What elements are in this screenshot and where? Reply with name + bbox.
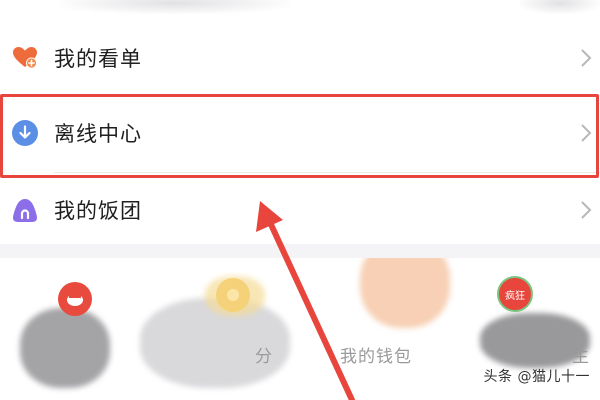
menu-item-label: 我的饭团 bbox=[54, 198, 142, 223]
crazy-badge-icon[interactable]: 疯狂 bbox=[497, 276, 533, 312]
top-strip bbox=[0, 0, 600, 20]
shortcut-label: 分 bbox=[255, 347, 273, 367]
yellow-round-icon[interactable] bbox=[216, 278, 250, 312]
red-round-icon[interactable] bbox=[58, 282, 92, 316]
shortcut-label: 我的钱包 bbox=[340, 347, 412, 367]
menu-card: 我的看单 离线中心 我的饭团 bbox=[0, 20, 600, 244]
chevron-right-icon bbox=[578, 122, 594, 144]
menu-item-label: 我的看单 bbox=[54, 46, 142, 71]
chevron-right-icon bbox=[578, 47, 594, 69]
redacted-scribble bbox=[520, 0, 600, 14]
watermark: 头条 @猫儿十一 bbox=[483, 369, 590, 385]
menu-item-label: 离线中心 bbox=[54, 121, 142, 146]
menu-item-watchlist[interactable]: 我的看单 bbox=[0, 20, 600, 95]
shortcut-label: 主 bbox=[572, 347, 590, 367]
badge-text: 疯狂 bbox=[505, 290, 525, 302]
redacted-scribble bbox=[360, 258, 450, 328]
download-icon bbox=[11, 119, 39, 147]
heart-plus-icon bbox=[11, 44, 39, 72]
chevron-right-icon bbox=[578, 199, 594, 221]
menu-item-offline-center[interactable]: 离线中心 bbox=[0, 95, 600, 170]
shortcut-panel: 疯狂 分 我的钱包 主 头条 @猫儿十一 bbox=[0, 258, 600, 400]
rice-ball-icon bbox=[11, 196, 39, 224]
redacted-scribble bbox=[20, 308, 110, 388]
menu-item-fan-group[interactable]: 我的饭团 bbox=[0, 172, 600, 247]
redacted-scribble bbox=[60, 0, 290, 14]
